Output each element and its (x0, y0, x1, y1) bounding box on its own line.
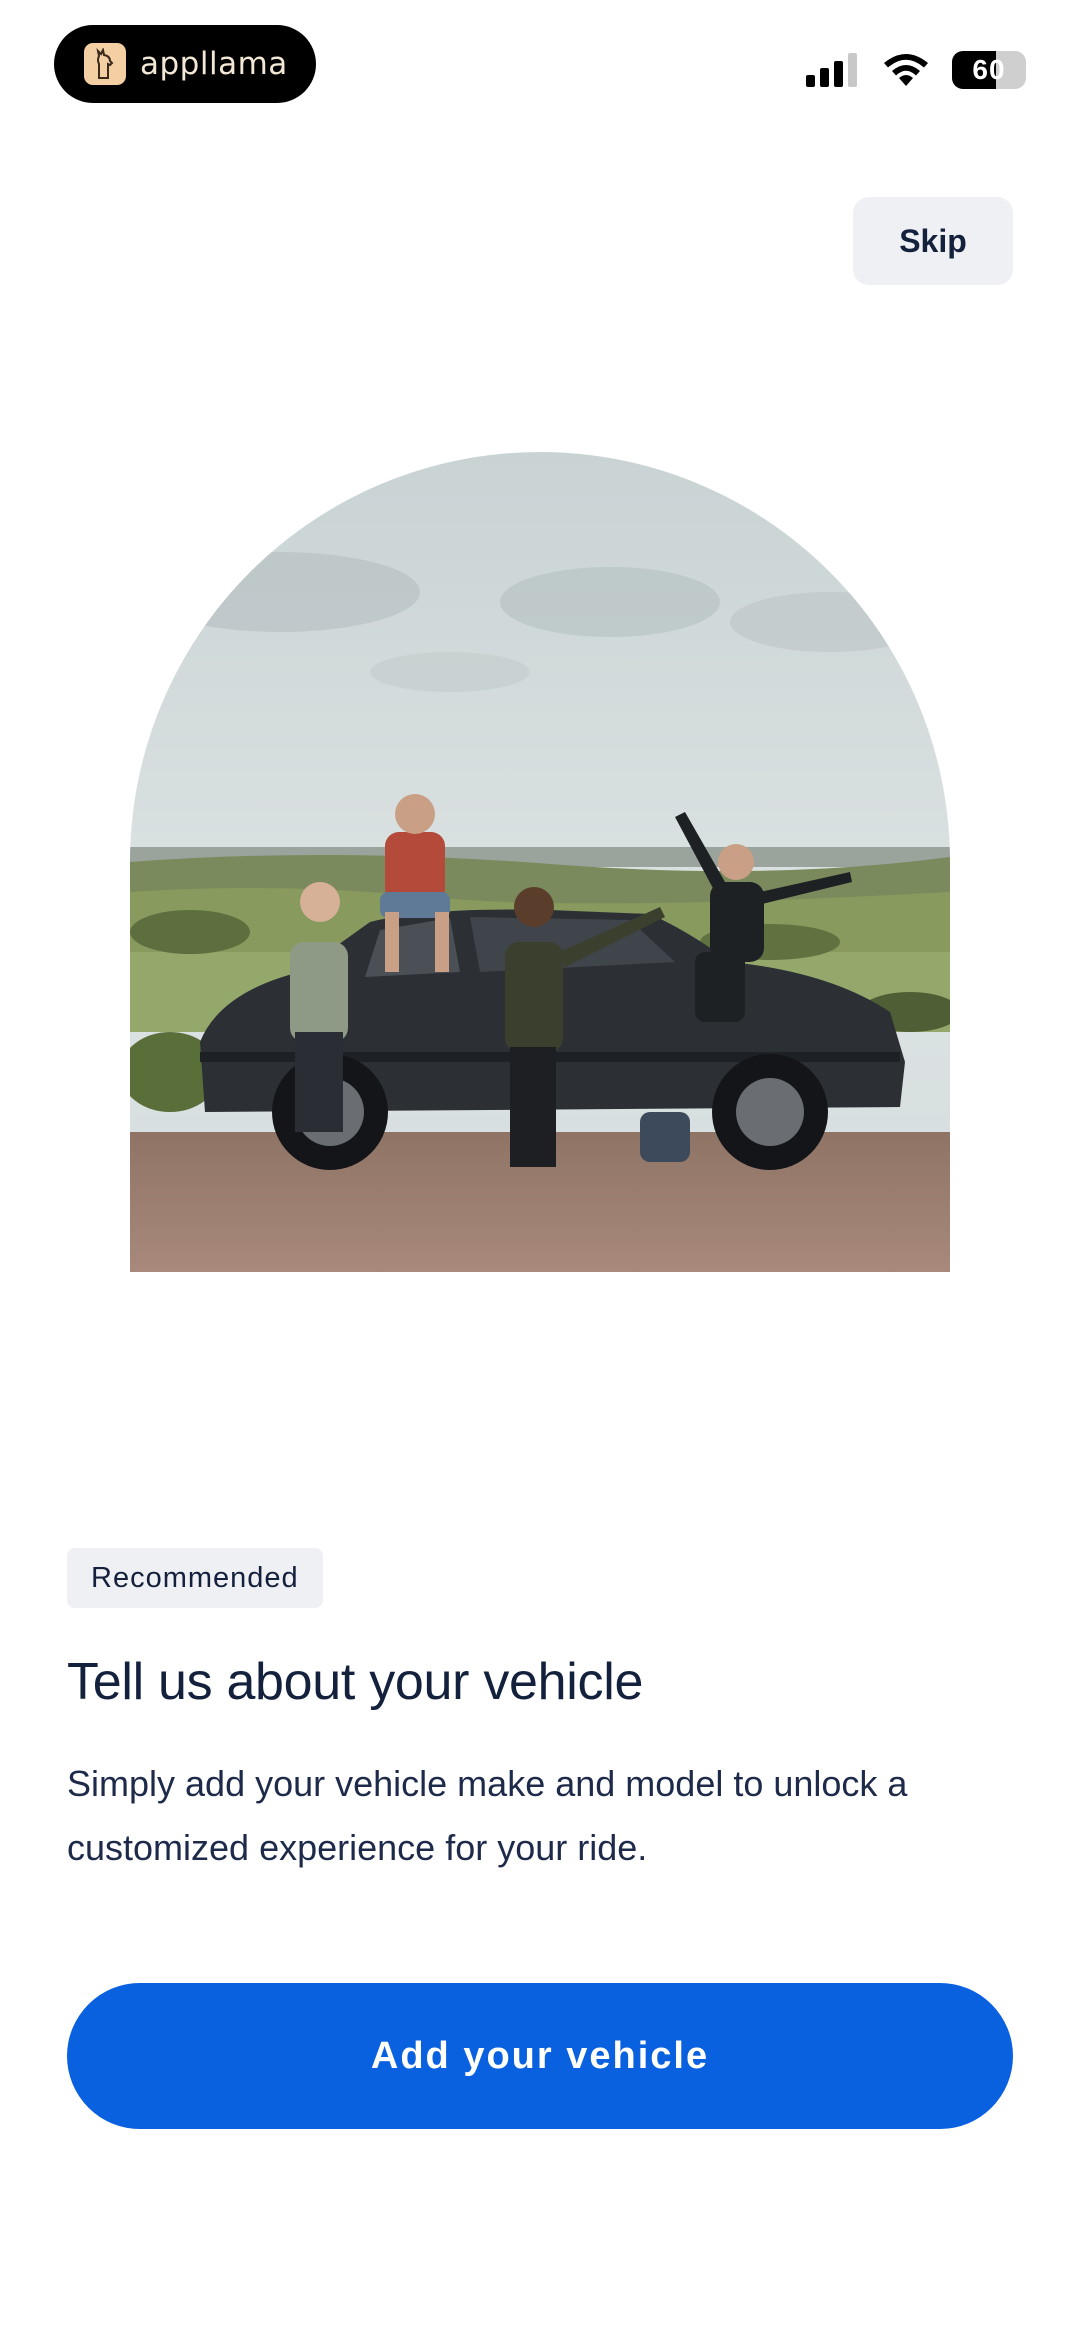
vehicle-group-photo (130, 452, 950, 1272)
recommended-badge: Recommended (67, 1548, 323, 1608)
status-icons: 60 (806, 48, 1026, 92)
wifi-icon (884, 54, 928, 86)
page-title: Tell us about your vehicle (67, 1653, 644, 1711)
skip-button[interactable]: Skip (853, 197, 1013, 285)
description-text: Simply add your vehicle make and model t… (67, 1763, 908, 1868)
llama-logo-icon (84, 43, 126, 85)
app-indicator-pill[interactable]: appllama (54, 25, 316, 103)
app-name: appllama (140, 46, 288, 82)
cellular-signal-icon (806, 53, 857, 87)
battery-level: 60 (972, 54, 1006, 85)
hero-image (130, 452, 950, 1272)
battery-icon: 60 (952, 51, 1026, 89)
add-vehicle-button[interactable]: Add your vehicle (67, 1983, 1013, 2129)
onboarding-screen: appllama 60 Skip Recommended Tell us abo… (0, 0, 1080, 2336)
